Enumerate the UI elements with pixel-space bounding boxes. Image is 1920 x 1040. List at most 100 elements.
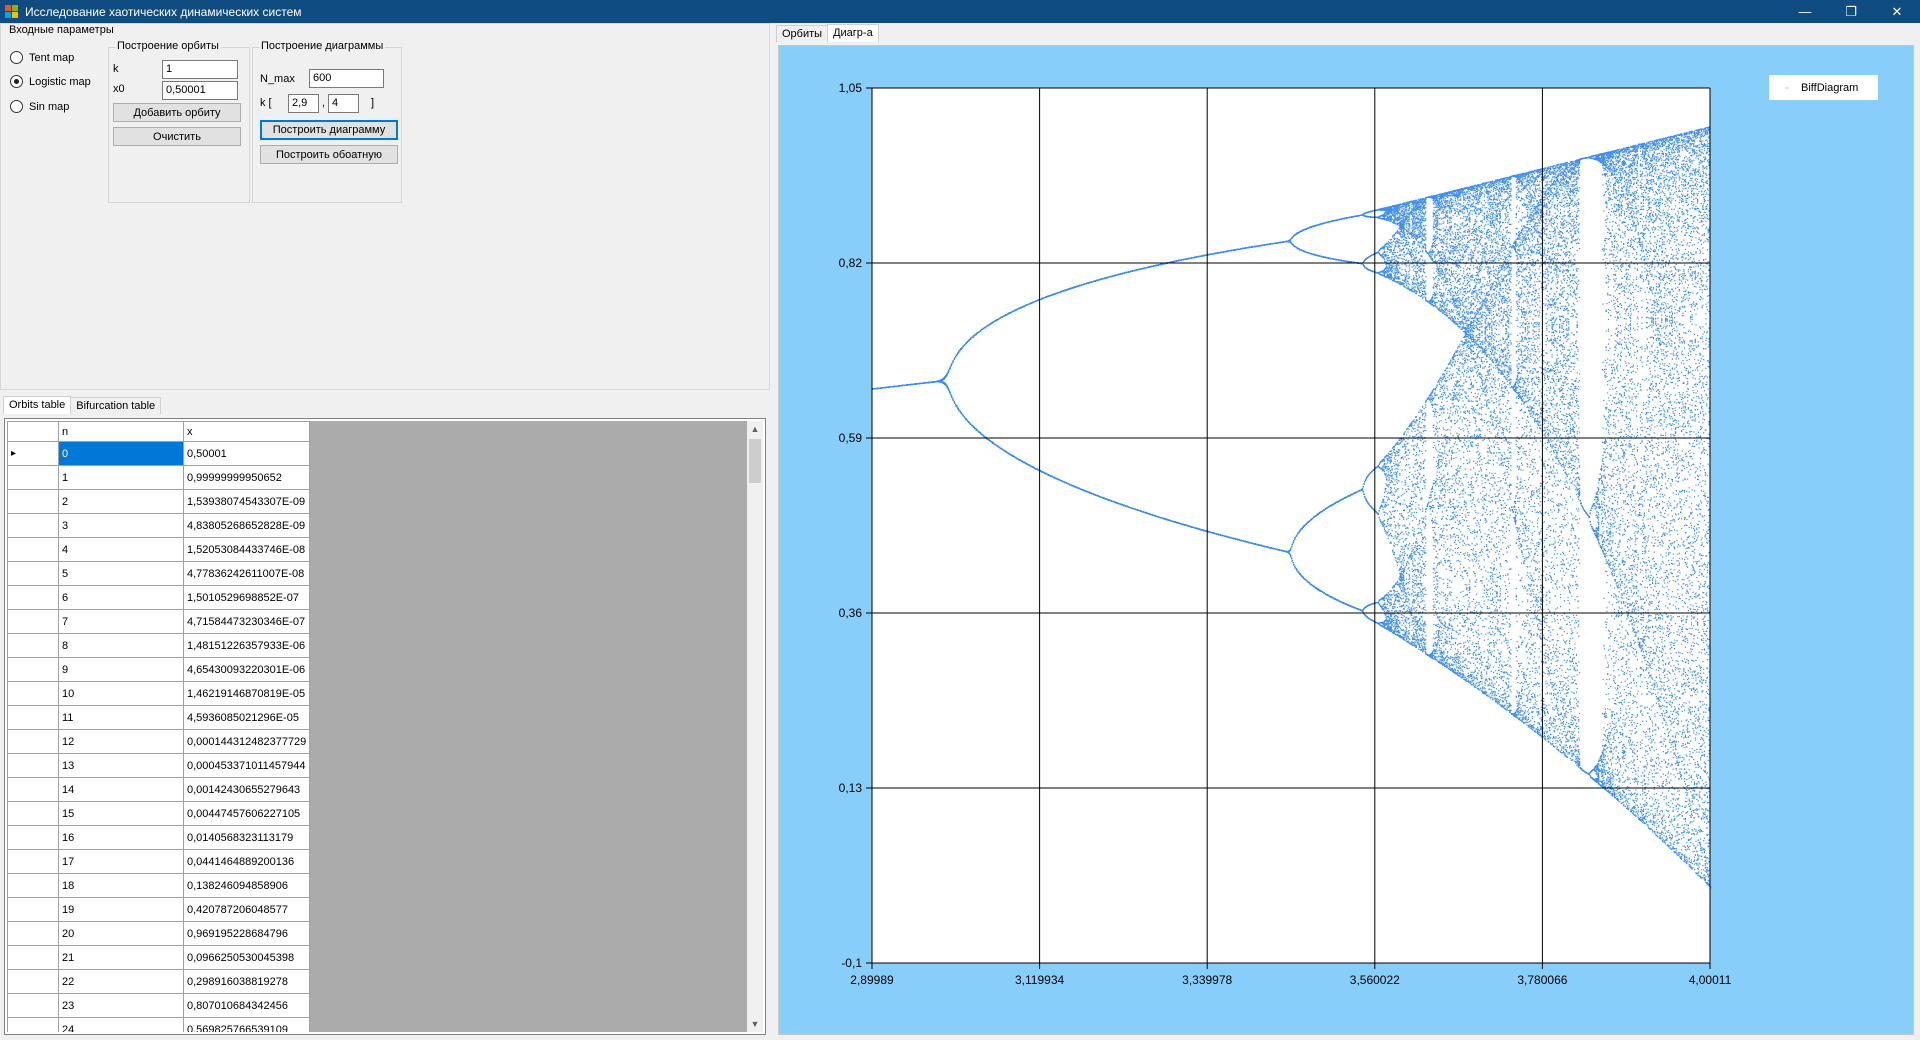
cell-x[interactable]: 0,420787206048577	[184, 898, 310, 922]
cell-n[interactable]: 18	[59, 874, 184, 898]
row-header[interactable]	[8, 514, 59, 538]
row-header[interactable]	[8, 802, 59, 826]
table-row[interactable]: 20 0,969195228684796	[8, 922, 310, 946]
cell-n[interactable]: 14	[59, 778, 184, 802]
k-from-input[interactable]: 2,9	[288, 94, 319, 113]
minimize-button[interactable]: —	[1782, 0, 1828, 23]
cell-x[interactable]: 4,77836242611007E-08	[184, 562, 310, 586]
tab-orbits-table[interactable]: Orbits table	[3, 396, 71, 414]
nmax-input[interactable]: 600	[309, 69, 384, 88]
cell-n[interactable]: 0	[59, 442, 184, 466]
cell-x[interactable]: 0,00447457606227105	[184, 802, 310, 826]
cell-n[interactable]: 11	[59, 706, 184, 730]
cell-x[interactable]: 4,65430093220301E-06	[184, 658, 310, 682]
scroll-up-icon[interactable]: ▲	[747, 421, 763, 437]
cell-x[interactable]: 1,52053084433746E-08	[184, 538, 310, 562]
grid-vertical-scrollbar[interactable]: ▲ ▼	[747, 421, 763, 1032]
cell-n[interactable]: 19	[59, 898, 184, 922]
row-header[interactable]	[8, 466, 59, 490]
cell-x[interactable]: 4,83805268652828E-09	[184, 514, 310, 538]
cell-x[interactable]: 1,48151226357933E-06	[184, 634, 310, 658]
row-header[interactable]	[8, 778, 59, 802]
cell-x[interactable]: 0,138246094858906	[184, 874, 310, 898]
clear-button[interactable]: Очистить	[113, 127, 241, 146]
row-header[interactable]	[8, 946, 59, 970]
table-row[interactable]: 21 0,0966250530045398	[8, 946, 310, 970]
radio-logistic-map[interactable]: Logistic map	[10, 75, 91, 88]
cell-x[interactable]: 1,46219146870819E-05	[184, 682, 310, 706]
table-row[interactable]: 15 0,00447457606227105	[8, 802, 310, 826]
cell-x[interactable]: 4,71584473230346E-07	[184, 610, 310, 634]
row-header[interactable]	[8, 490, 59, 514]
cell-x[interactable]: 0,0140568323113179	[184, 826, 310, 850]
row-header[interactable]	[8, 1018, 59, 1033]
table-row[interactable]: 11 4,5936085021296E-05	[8, 706, 310, 730]
row-header[interactable]	[8, 898, 59, 922]
radio-sin-map[interactable]: Sin map	[10, 100, 69, 113]
column-header-x[interactable]: x	[184, 422, 310, 442]
current-row-indicator[interactable]: ▸	[8, 442, 59, 466]
radio-tent-map[interactable]: Tent map	[10, 51, 74, 64]
cell-n[interactable]: 22	[59, 970, 184, 994]
cell-n[interactable]: 23	[59, 994, 184, 1018]
cell-n[interactable]: 5	[59, 562, 184, 586]
orbit-x0-input[interactable]: 0,50001	[162, 81, 238, 100]
tab-bifurcation-table[interactable]: Bifurcation table	[70, 397, 161, 414]
cell-n[interactable]: 3	[59, 514, 184, 538]
row-header[interactable]	[8, 658, 59, 682]
scroll-down-icon[interactable]: ▼	[747, 1016, 763, 1032]
cell-x[interactable]: 0,99999999950652	[184, 466, 310, 490]
cell-x[interactable]: 0,569825766539109	[184, 1018, 310, 1033]
cell-n[interactable]: 15	[59, 802, 184, 826]
cell-n[interactable]: 17	[59, 850, 184, 874]
add-orbit-button[interactable]: Добавить орбиту	[113, 103, 241, 122]
cell-x[interactable]: 1,53938074543307E-09	[184, 490, 310, 514]
table-row[interactable]: 18 0,138246094858906	[8, 874, 310, 898]
table-row[interactable]: 9 4,65430093220301E-06	[8, 658, 310, 682]
row-header[interactable]	[8, 730, 59, 754]
table-row[interactable]: 5 4,77836242611007E-08	[8, 562, 310, 586]
table-row[interactable]: 7 4,71584473230346E-07	[8, 610, 310, 634]
row-header[interactable]	[8, 634, 59, 658]
table-row[interactable]: 13 0,000453371011457944	[8, 754, 310, 778]
cell-x[interactable]: 0,50001	[184, 442, 310, 466]
cell-x[interactable]: 0,000144312482377729	[184, 730, 310, 754]
cell-n[interactable]: 6	[59, 586, 184, 610]
cell-n[interactable]: 4	[59, 538, 184, 562]
restore-button[interactable]: ❐	[1828, 0, 1874, 23]
table-row[interactable]: 3 4,83805268652828E-09	[8, 514, 310, 538]
row-header[interactable]	[8, 970, 59, 994]
cell-n[interactable]: 21	[59, 946, 184, 970]
cell-n[interactable]: 7	[59, 610, 184, 634]
scroll-thumb[interactable]	[749, 439, 761, 483]
row-header[interactable]	[8, 850, 59, 874]
build-diagram-button[interactable]: Построить диаграмму	[260, 120, 398, 140]
tab-diagram[interactable]: Диагр-а	[827, 24, 879, 42]
table-row[interactable]: 16 0,0140568323113179	[8, 826, 310, 850]
k-to-input[interactable]: 4	[328, 94, 359, 113]
build-reverse-button[interactable]: Построить обоатную	[260, 145, 398, 164]
cell-n[interactable]: 2	[59, 490, 184, 514]
table-row[interactable]: ▸ 0 0,50001	[8, 442, 310, 466]
row-header[interactable]	[8, 586, 59, 610]
row-header[interactable]	[8, 994, 59, 1018]
cell-x[interactable]: 0,807010684342456	[184, 994, 310, 1018]
close-button[interactable]: ✕	[1874, 0, 1920, 23]
table-row[interactable]: 2 1,53938074543307E-09	[8, 490, 310, 514]
row-header[interactable]	[8, 874, 59, 898]
column-header-n[interactable]: n	[59, 422, 184, 442]
row-header[interactable]	[8, 922, 59, 946]
row-header[interactable]	[8, 826, 59, 850]
cell-x[interactable]: 1,5010529698852E-07	[184, 586, 310, 610]
table-row[interactable]: 8 1,48151226357933E-06	[8, 634, 310, 658]
orbit-k-input[interactable]: 1	[162, 60, 238, 79]
table-row[interactable]: 17 0,0441464889200136	[8, 850, 310, 874]
table-row[interactable]: 12 0,000144312482377729	[8, 730, 310, 754]
row-header[interactable]	[8, 562, 59, 586]
table-row[interactable]: 23 0,807010684342456	[8, 994, 310, 1018]
cell-n[interactable]: 10	[59, 682, 184, 706]
cell-n[interactable]: 24	[59, 1018, 184, 1033]
row-header[interactable]	[8, 610, 59, 634]
table-row[interactable]: 4 1,52053084433746E-08	[8, 538, 310, 562]
row-header[interactable]	[8, 706, 59, 730]
